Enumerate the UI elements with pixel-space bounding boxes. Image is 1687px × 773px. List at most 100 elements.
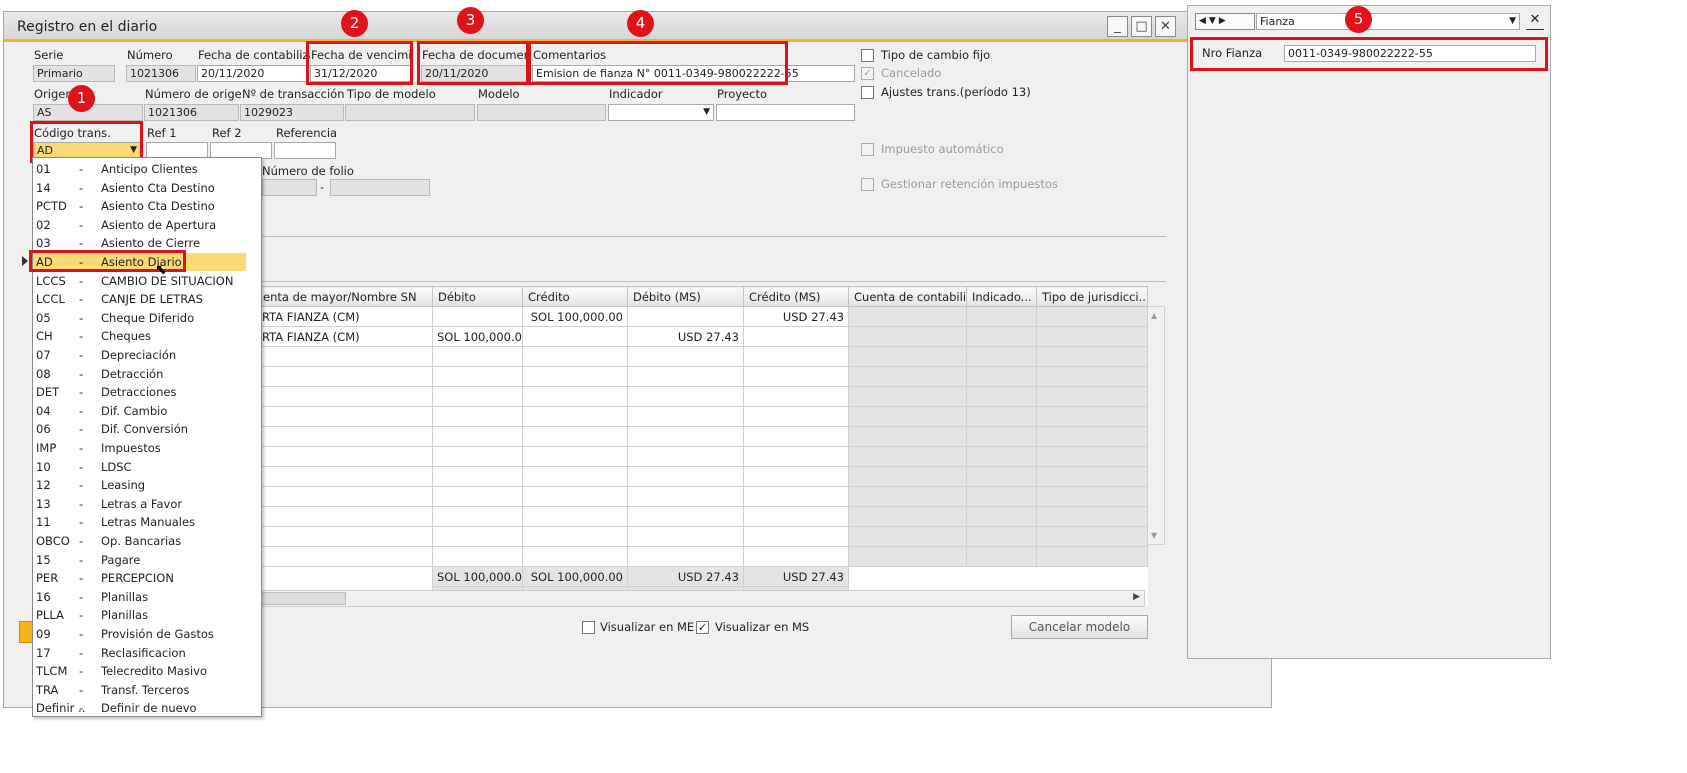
dropdown-item[interactable]: CH - Cheques	[33, 327, 246, 345]
table-cell[interactable]	[257, 426, 433, 447]
dropdown-item[interactable]: 14 - Asiento Cta Destino	[33, 179, 246, 197]
table-cell[interactable]	[432, 466, 523, 487]
table-cell[interactable]	[627, 486, 744, 507]
table-cell[interactable]: USD 27.43	[627, 326, 744, 347]
table-cell[interactable]	[966, 406, 1037, 427]
table-cell[interactable]	[966, 346, 1037, 367]
dropdown-item[interactable]: 04 - Dif. Cambio	[33, 402, 246, 420]
table-cell[interactable]	[848, 366, 967, 387]
cancelar-modelo-button[interactable]: Cancelar modelo	[1011, 615, 1148, 639]
dropdown-item[interactable]: 13 - Letras a Favor	[33, 495, 246, 513]
table-cell[interactable]	[848, 346, 967, 367]
dropdown-item[interactable]: 15 - Pagare	[33, 551, 246, 569]
dropdown-item[interactable]: 01 - Anticipo Clientes	[33, 160, 246, 178]
table-cell[interactable]	[743, 506, 849, 527]
table-cell[interactable]	[627, 526, 744, 547]
table-cell[interactable]	[432, 346, 523, 367]
column-header[interactable]: Crédito (MS)	[743, 286, 849, 307]
table-cell[interactable]	[1036, 386, 1148, 407]
close-panel-button[interactable]: ✕	[1526, 12, 1544, 30]
table-cell[interactable]	[743, 386, 849, 407]
grid-vertical-scrollbar[interactable]: ▲ ▼	[1147, 306, 1165, 545]
dropdown-item[interactable]: DET - Detracciones	[33, 383, 246, 401]
dropdown-item[interactable]: Definir .. - Definir de nuevo	[33, 699, 246, 716]
table-cell[interactable]	[848, 306, 967, 327]
table-cell[interactable]	[743, 326, 849, 347]
table-cell[interactable]	[432, 446, 523, 467]
dropdown-item[interactable]: 12 - Leasing	[33, 476, 246, 494]
table-cell[interactable]	[522, 486, 628, 507]
dropdown-item[interactable]: 08 - Detracción	[33, 365, 246, 383]
table-cell[interactable]	[257, 466, 433, 487]
codigo-trans-dropdown[interactable]: 01 - Anticipo Clientes 14 - Asiento Cta Desti…	[32, 157, 262, 717]
dropdown-item[interactable]: PER - PERCEPCION	[33, 569, 246, 587]
table-cell[interactable]	[966, 486, 1037, 507]
panel-nav-buttons[interactable]: ◀▼▶	[1195, 13, 1255, 30]
maximize-button[interactable]: □	[1131, 16, 1152, 37]
ok-button[interactable]	[19, 621, 33, 643]
table-cell[interactable]	[743, 406, 849, 427]
table-cell[interactable]	[848, 386, 967, 407]
tipo-cambio-fijo-checkbox[interactable]	[861, 49, 874, 62]
minimize-button[interactable]: _	[1107, 16, 1128, 37]
table-cell[interactable]	[848, 466, 967, 487]
table-cell[interactable]	[257, 546, 433, 567]
table-cell[interactable]	[966, 446, 1037, 467]
table-cell[interactable]	[432, 526, 523, 547]
table-cell[interactable]	[848, 326, 967, 347]
scroll-thumb[interactable]	[258, 592, 346, 605]
grid-horizontal-scrollbar[interactable]: ▶	[257, 590, 1145, 607]
scroll-right-icon[interactable]: ▶	[1133, 592, 1140, 602]
table-cell[interactable]	[627, 426, 744, 447]
dropdown-item[interactable]: IMP - Impuestos	[33, 439, 246, 457]
table-cell[interactable]	[966, 306, 1037, 327]
table-cell[interactable]	[966, 526, 1037, 547]
column-header[interactable]: enta de mayor/Nombre SN	[257, 286, 433, 307]
table-cell[interactable]	[743, 526, 849, 547]
table-cell[interactable]	[1036, 546, 1148, 567]
table-cell[interactable]: RTA FIANZA (CM)	[257, 326, 433, 347]
close-button[interactable]: ✕	[1155, 16, 1176, 37]
scroll-down-icon[interactable]: ▼	[1151, 531, 1157, 540]
table-cell[interactable]	[1036, 306, 1148, 327]
table-cell[interactable]	[966, 506, 1037, 527]
table-cell[interactable]	[522, 526, 628, 547]
dropdown-item[interactable]: PCTD - Asiento Cta Destino	[33, 197, 246, 215]
table-cell[interactable]	[966, 326, 1037, 347]
table-cell[interactable]	[1036, 366, 1148, 387]
table-cell[interactable]	[1036, 526, 1148, 547]
table-cell[interactable]	[627, 306, 744, 327]
category-select[interactable]: Fianza ▼	[1256, 13, 1520, 30]
column-header[interactable]: Indicado...	[966, 286, 1037, 307]
serie-field[interactable]: Primario	[33, 65, 115, 82]
dropdown-item[interactable]: TLCM - Telecredito Masivo	[33, 662, 246, 680]
table-cell[interactable]	[257, 506, 433, 527]
dropdown-item[interactable]: 10 - LDSC	[33, 458, 246, 476]
table-cell[interactable]	[1036, 426, 1148, 447]
table-cell[interactable]	[627, 506, 744, 527]
table-cell[interactable]	[522, 466, 628, 487]
table-cell[interactable]	[257, 366, 433, 387]
table-cell[interactable]: USD 27.43	[743, 306, 849, 327]
dropdown-item[interactable]: 05 - Cheque Diferido	[33, 309, 246, 327]
table-cell[interactable]	[848, 506, 967, 527]
table-cell[interactable]	[743, 446, 849, 467]
table-cell[interactable]: SOL 100,000.00	[432, 326, 523, 347]
ajustes-trans-checkbox[interactable]	[861, 86, 874, 99]
table-cell[interactable]	[257, 486, 433, 507]
table-cell[interactable]	[432, 386, 523, 407]
table-cell[interactable]	[627, 446, 744, 467]
scroll-up-icon[interactable]: ▲	[1151, 311, 1157, 320]
dropdown-item[interactable]: TRA - Transf. Terceros	[33, 681, 246, 699]
indicador-select[interactable]: ▼	[608, 104, 714, 121]
table-cell[interactable]	[627, 546, 744, 567]
table-cell[interactable]	[1036, 406, 1148, 427]
table-cell[interactable]	[966, 426, 1037, 447]
column-header[interactable]: Débito	[432, 286, 523, 307]
table-cell[interactable]	[432, 306, 523, 327]
table-cell[interactable]	[1036, 446, 1148, 467]
table-cell[interactable]	[743, 486, 849, 507]
table-cell[interactable]	[743, 546, 849, 567]
table-cell[interactable]	[848, 406, 967, 427]
visualizar-me-checkbox[interactable]	[582, 621, 595, 634]
